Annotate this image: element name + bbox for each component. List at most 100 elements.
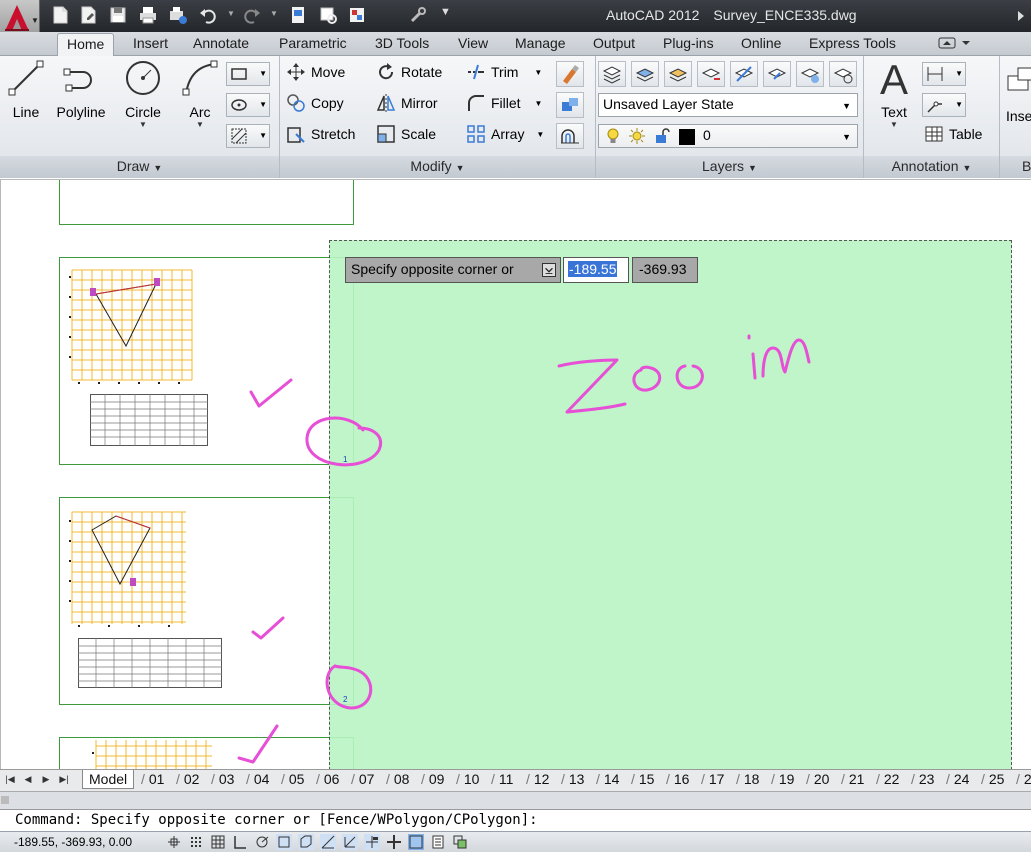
- tab-view[interactable]: View: [458, 35, 488, 51]
- sheet-set-button[interactable]: [288, 5, 310, 25]
- current-layer-dropdown[interactable]: 0 ▼: [598, 124, 858, 148]
- layer-freeze-button[interactable]: [763, 61, 791, 87]
- make-current-button[interactable]: [631, 61, 659, 87]
- explode-button[interactable]: [556, 92, 584, 118]
- otrack-toggle[interactable]: [320, 834, 336, 850]
- linear-dimension-button[interactable]: ▼: [922, 62, 966, 86]
- tab-annotate[interactable]: Annotate: [193, 35, 249, 51]
- leader-dropdown-icon[interactable]: ▼: [955, 100, 963, 109]
- polyline-button[interactable]: Polyline: [54, 58, 108, 120]
- drawing-canvas[interactable]: 1 2 Specify opposite corner or -189.55 -…: [0, 179, 1031, 769]
- prompt-options-button[interactable]: [542, 263, 556, 277]
- x-coordinate-input[interactable]: -189.55: [563, 257, 629, 283]
- circle-button[interactable]: Circle ▼: [117, 58, 169, 129]
- quick-properties-toggle[interactable]: [430, 834, 446, 850]
- hatch-button[interactable]: ▼: [226, 93, 270, 117]
- tab-layout[interactable]: /21: [841, 771, 864, 787]
- insert-block-icon[interactable]: [1004, 62, 1031, 98]
- unlock-icon[interactable]: [653, 127, 671, 145]
- command-line[interactable]: Command: Specify opposite corner or [Fen…: [0, 809, 1031, 831]
- layer-state-dropdown[interactable]: Unsaved Layer State ▼: [598, 93, 858, 117]
- snap-toggle[interactable]: [188, 834, 204, 850]
- open-file-button[interactable]: [78, 5, 100, 25]
- design-center-button[interactable]: [347, 5, 369, 25]
- offset-button[interactable]: [556, 123, 584, 149]
- sun-icon[interactable]: [628, 127, 646, 145]
- next-tab-icon[interactable]: ▶: [40, 774, 52, 788]
- tab-layout[interactable]: /04: [246, 771, 269, 787]
- arc-dropdown-icon[interactable]: ▼: [174, 120, 226, 129]
- tab-layout[interactable]: /24: [946, 771, 969, 787]
- grid-toggle[interactable]: [210, 834, 226, 850]
- arc-button[interactable]: Arc ▼: [174, 58, 226, 129]
- dimension-dropdown-icon[interactable]: ▼: [955, 69, 963, 78]
- line-button[interactable]: Line: [0, 58, 52, 120]
- redo-dropdown-icon[interactable]: ▼: [270, 9, 278, 18]
- drawing-sheet[interactable]: [59, 737, 354, 769]
- tab-plug-ins[interactable]: Plug-ins: [663, 35, 714, 51]
- redo-button[interactable]: [242, 5, 264, 25]
- layers-panel-title[interactable]: Layers ▼: [596, 156, 863, 178]
- command-history-bar[interactable]: [0, 791, 1031, 809]
- scale-button[interactable]: Scale: [376, 124, 436, 148]
- lightbulb-icon[interactable]: [605, 127, 621, 145]
- mirror-button[interactable]: Mirror: [376, 93, 438, 117]
- array-dropdown-icon[interactable]: ▼: [536, 130, 544, 139]
- new-file-button[interactable]: [50, 5, 72, 25]
- move-button[interactable]: Move: [286, 62, 345, 86]
- tab-layout[interactable]: /07: [351, 771, 374, 787]
- circle-dropdown-icon[interactable]: ▼: [117, 120, 169, 129]
- last-tab-icon[interactable]: ▶|: [58, 774, 70, 788]
- first-tab-icon[interactable]: |◀: [4, 774, 16, 788]
- ducs-toggle[interactable]: [342, 834, 358, 850]
- array-button[interactable]: Array ▼: [466, 124, 544, 148]
- dyn-toggle[interactable]: [364, 834, 380, 850]
- grip-icon[interactable]: [0, 795, 10, 805]
- tab-home[interactable]: Home: [57, 33, 115, 57]
- trim-dropdown-icon[interactable]: ▼: [534, 68, 542, 77]
- rotate-button[interactable]: Rotate: [376, 62, 442, 86]
- tab-layout[interactable]: /19: [771, 771, 794, 787]
- tab-layout[interactable]: /10: [456, 771, 479, 787]
- hatch-pattern-button[interactable]: ▼: [226, 124, 270, 148]
- stretch-button[interactable]: Stretch: [286, 124, 355, 148]
- draw-panel-title[interactable]: Draw ▼: [0, 156, 279, 178]
- tab-layout[interactable]: /23: [911, 771, 934, 787]
- tab-layout[interactable]: /03: [211, 771, 234, 787]
- customize-qat-icon[interactable]: ▼: [440, 6, 451, 18]
- erase-button[interactable]: [556, 61, 584, 87]
- ellipse-dropdown-icon[interactable]: ▼: [259, 100, 267, 109]
- tab-layout[interactable]: /11: [491, 771, 513, 787]
- copy-button[interactable]: Copy: [286, 93, 344, 117]
- tab-layout[interactable]: /13: [561, 771, 584, 787]
- hatch-dropdown-icon[interactable]: ▼: [259, 131, 267, 140]
- transparency-toggle[interactable]: [408, 834, 424, 850]
- y-coordinate-input[interactable]: -369.93: [632, 257, 698, 283]
- undo-dropdown-icon[interactable]: ▼: [227, 9, 235, 18]
- match-properties-button[interactable]: [408, 5, 430, 25]
- tab-insert[interactable]: Insert: [133, 35, 168, 51]
- selection-cycling-toggle[interactable]: [452, 834, 468, 850]
- tab-layout[interactable]: /16: [666, 771, 689, 787]
- layer-lock-button[interactable]: [829, 61, 857, 87]
- tab-online[interactable]: Online: [741, 35, 781, 51]
- tab-layout[interactable]: /12: [526, 771, 549, 787]
- text-dropdown-icon[interactable]: ▼: [868, 120, 920, 129]
- lineweight-toggle[interactable]: [386, 834, 402, 850]
- tab-parametric[interactable]: Parametric: [279, 35, 347, 51]
- osnap-toggle[interactable]: [276, 834, 292, 850]
- polar-toggle[interactable]: [254, 834, 270, 850]
- multileader-button[interactable]: ▼: [922, 93, 966, 117]
- tab-layout[interactable]: /01: [141, 771, 164, 787]
- insert-label[interactable]: Inse: [1006, 108, 1031, 124]
- properties-button[interactable]: [318, 5, 340, 25]
- layer-color-swatch[interactable]: [679, 129, 695, 145]
- plot-button[interactable]: [138, 5, 160, 25]
- tab-layout[interactable]: /25: [981, 771, 1004, 787]
- previous-tab-icon[interactable]: ◀: [22, 774, 34, 788]
- tab-layout[interactable]: /20: [806, 771, 829, 787]
- drawing-sheet[interactable]: [59, 497, 354, 705]
- 3d-osnap-toggle[interactable]: [298, 834, 314, 850]
- trim-button[interactable]: Trim ▼: [466, 62, 542, 86]
- rectangle-dropdown-icon[interactable]: ▼: [259, 69, 267, 78]
